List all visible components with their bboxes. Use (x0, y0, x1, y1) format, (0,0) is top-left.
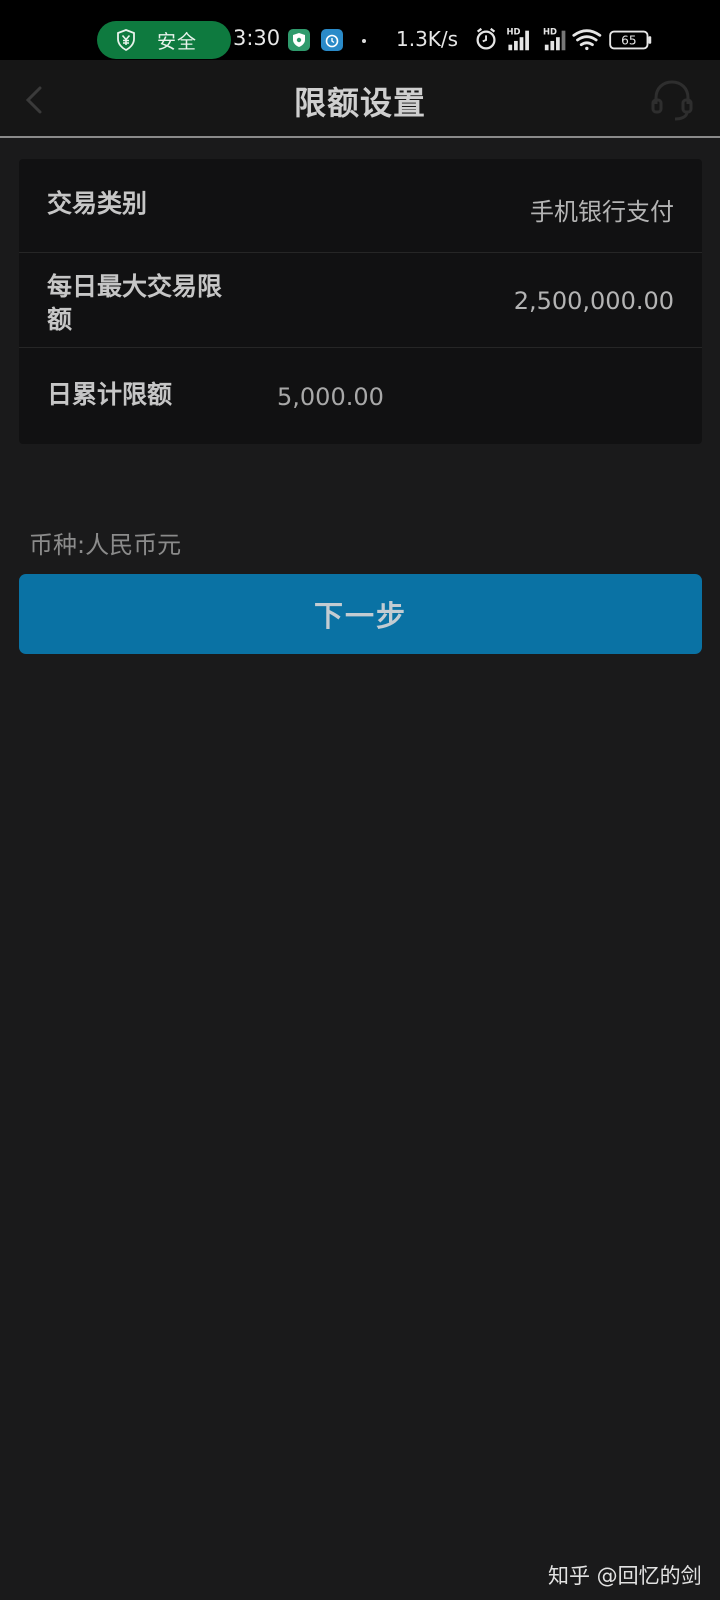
daily-max-limit-value: 2,500,000.00 (513, 287, 674, 315)
currency-note: 币种:人民币元 (29, 531, 182, 559)
svg-text:HD: HD (507, 26, 521, 36)
transaction-type-value: 手机银行支付 (530, 198, 674, 226)
security-label: 安全 (157, 30, 198, 53)
shield-app-icon (288, 29, 310, 51)
signal-hd-icon: HD (543, 26, 566, 51)
page-title: 限额设置 (293, 84, 426, 122)
headset-icon[interactable] (648, 76, 696, 124)
security-badge[interactable]: 安全 (97, 21, 231, 59)
transaction-type-label: 交易类别 (47, 189, 148, 218)
transaction-type-row[interactable]: 交易类别 手机银行支付 (19, 159, 702, 253)
signal-hd-icon: HD (507, 26, 529, 51)
alarm-clock-icon (476, 27, 496, 50)
next-step-button[interactable]: 下一步 (19, 574, 702, 654)
daily-max-limit-row: 每日最大交易限额 2,500,000.00 (19, 253, 702, 348)
status-bar: 安全 3:30 1.3K/s HD HD 65 (0, 0, 720, 60)
daily-cumulative-limit-input[interactable] (257, 380, 677, 414)
daily-max-limit-label: 每日最大交易限额 (47, 272, 223, 334)
notification-dot (362, 39, 366, 43)
battery-icon: 65 (609, 30, 652, 50)
svg-text:HD: HD (543, 26, 557, 36)
network-speed: 1.3K/s (396, 27, 459, 51)
clock-time: 3:30 (233, 26, 281, 50)
limit-form-card: 交易类别 手机银行支付 每日最大交易限额 2,500,000.00 日累计限额 (19, 159, 702, 444)
alarm-app-icon (321, 29, 343, 51)
battery-level: 65 (621, 34, 636, 48)
watermark: 知乎 @回忆的剑 (548, 1564, 702, 1588)
app-header: 限额设置 (0, 60, 720, 138)
daily-cumulative-limit-row: 日累计限额 (19, 348, 702, 444)
yen-shield-icon (115, 28, 137, 52)
system-indicators: HD HD 65 (476, 26, 652, 51)
wifi-icon (572, 29, 602, 51)
daily-cumulative-limit-label: 日累计限额 (47, 380, 173, 409)
